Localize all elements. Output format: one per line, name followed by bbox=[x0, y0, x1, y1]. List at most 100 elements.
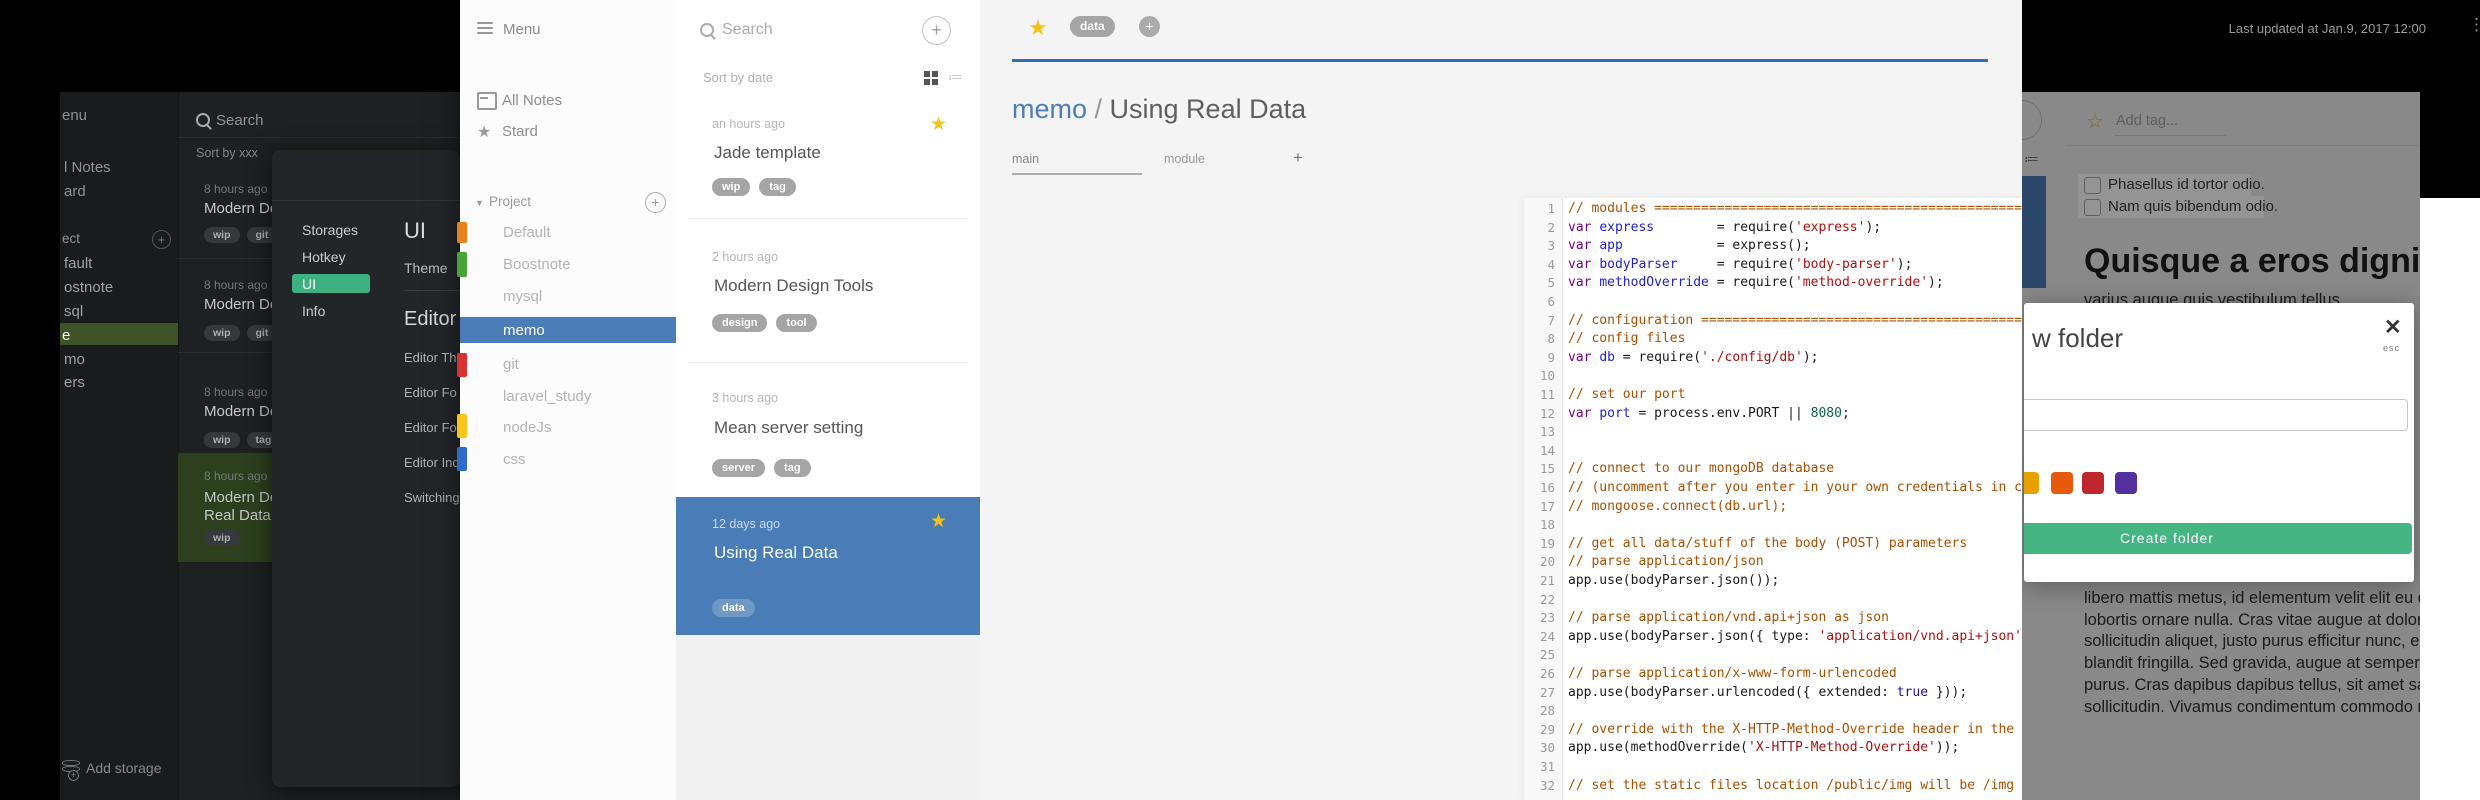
note-time: 12 days ago bbox=[712, 517, 781, 531]
sidebar-nav-item[interactable]: All Notes bbox=[502, 92, 562, 109]
code-token: 'application/vnd.api+json' bbox=[1818, 628, 2022, 644]
settings-nav-item[interactable]: Hotkey bbox=[302, 249, 346, 265]
dark-folder-item[interactable]: fault bbox=[64, 255, 92, 272]
settings-item[interactable]: Switching bbox=[404, 490, 460, 505]
dark-folder-item[interactable]: ostnote bbox=[64, 279, 113, 296]
sidebar-folder-item[interactable]: Boostnote bbox=[503, 256, 571, 273]
code-token: 'express' bbox=[1795, 219, 1866, 235]
sidebar-folder-item[interactable]: git bbox=[503, 356, 519, 373]
dark-sidebar-item[interactable]: l Notes bbox=[64, 159, 111, 176]
tag-badge: data bbox=[712, 599, 755, 617]
sidebar-folder-item[interactable]: memo bbox=[503, 322, 545, 339]
note-time: 8 hours ago bbox=[204, 469, 268, 483]
code-token: = require( bbox=[1708, 275, 1795, 291]
code-line: // config files bbox=[1568, 330, 1685, 349]
folder-name-input[interactable] bbox=[2024, 399, 2408, 431]
modal-title: w folder bbox=[2032, 323, 2124, 353]
active-tab-underline bbox=[1012, 173, 1142, 175]
line-number: 7 bbox=[1547, 312, 1555, 328]
note-divider bbox=[688, 218, 968, 219]
add-tag-icon[interactable]: + bbox=[1139, 16, 1160, 37]
menu-label[interactable]: enu bbox=[62, 107, 87, 124]
tab-main[interactable]: main bbox=[1012, 152, 1039, 166]
color-swatch[interactable] bbox=[2024, 472, 2039, 494]
dark-sort-select[interactable]: Sort by xxx bbox=[196, 146, 258, 160]
note-divider bbox=[688, 362, 968, 363]
dark-sidebar-item[interactable]: ard bbox=[64, 183, 86, 200]
dark-add-folder-icon[interactable]: + bbox=[152, 230, 171, 249]
line-number: 11 bbox=[1539, 387, 1555, 402]
sidebar-folder-item[interactable]: Default bbox=[503, 224, 551, 241]
line-number: 16 bbox=[1539, 480, 1555, 495]
add-storage-button[interactable]: Add storage bbox=[86, 760, 162, 776]
tab-module[interactable]: module bbox=[1164, 152, 1205, 166]
breadcrumb-folder[interactable]: memo bbox=[1012, 94, 1087, 124]
settings-item[interactable]: Editor Fo bbox=[404, 385, 457, 400]
sort-select[interactable]: Sort by date bbox=[703, 70, 773, 85]
note-tags: data bbox=[712, 598, 764, 617]
color-swatch[interactable] bbox=[2082, 472, 2104, 494]
dark-project-label[interactable]: ect bbox=[62, 231, 80, 246]
tag-badge: tag bbox=[759, 178, 796, 196]
left-black-strip bbox=[0, 0, 60, 800]
kebab-menu-icon[interactable]: ⋮ bbox=[2468, 15, 2480, 35]
folder-selected-row[interactable] bbox=[460, 317, 676, 343]
code-token: app.use(methodOverride( bbox=[1568, 740, 1749, 756]
note-time: 3 hours ago bbox=[712, 391, 779, 405]
star-toggle-icon[interactable]: ★ bbox=[1028, 15, 1048, 41]
new-note-button[interactable]: + bbox=[922, 16, 951, 45]
note-tags: wip tag bbox=[712, 177, 805, 196]
create-folder-button[interactable]: Create folder bbox=[2024, 523, 2412, 554]
sidebar-nav-item[interactable]: Stard bbox=[502, 123, 538, 140]
note-title[interactable]: Jade template bbox=[714, 143, 821, 163]
settings-nav-item[interactable]: UI bbox=[302, 276, 316, 292]
dark-folder-item[interactable]: ers bbox=[64, 374, 85, 391]
dark-folder-item[interactable]: mo bbox=[64, 351, 85, 368]
settings-item[interactable]: Editor Ind bbox=[404, 455, 460, 470]
line-number: 28 bbox=[1539, 703, 1555, 719]
color-swatch[interactable] bbox=[2115, 472, 2137, 494]
dark-folder-item[interactable]: e bbox=[62, 327, 70, 344]
project-section-label[interactable]: Project bbox=[489, 194, 531, 209]
code-token: './config/db' bbox=[1701, 349, 1803, 365]
code-line: app.use(bodyParser.json({ type: 'applica… bbox=[1568, 628, 2061, 647]
add-folder-icon[interactable]: + bbox=[645, 192, 666, 213]
settings-nav-item[interactable]: Info bbox=[302, 303, 325, 319]
search-input[interactable]: Search bbox=[722, 21, 773, 39]
code-line: app.use(bodyParser.urlencoded({ extended… bbox=[1568, 684, 1967, 703]
new-tab-button[interactable]: + bbox=[1293, 148, 1303, 168]
folder-selected-row[interactable] bbox=[60, 323, 178, 345]
note-time: an hours ago bbox=[712, 117, 785, 131]
settings-item[interactable]: Editor Fo bbox=[404, 420, 457, 435]
code-line: // get all data/stuff of the body (POST)… bbox=[1568, 535, 1967, 554]
dark-folder-item[interactable]: sql bbox=[64, 303, 83, 320]
menu-label[interactable]: Menu bbox=[503, 21, 541, 38]
note-title[interactable]: Modern Design Tools bbox=[714, 276, 873, 296]
code-token: app.use(bodyParser.json()); bbox=[1568, 573, 1780, 588]
code-token: })); bbox=[1928, 684, 1968, 700]
list-view-icon[interactable]: ≔ bbox=[948, 68, 964, 86]
settings-nav-item[interactable]: Storages bbox=[302, 222, 358, 238]
note-star-icon[interactable]: ★ bbox=[930, 113, 947, 136]
sidebar-folder-item[interactable]: mysql bbox=[503, 288, 542, 305]
hamburger-menu-icon[interactable] bbox=[477, 22, 493, 37]
note-star-icon[interactable]: ★ bbox=[930, 510, 947, 533]
folder-color-tab bbox=[457, 414, 467, 438]
line-number: 8 bbox=[1547, 331, 1555, 347]
dark-search-input[interactable]: Search bbox=[216, 112, 264, 129]
settings-item[interactable]: Editor Th bbox=[404, 350, 457, 365]
note-title[interactable]: Using Real Data bbox=[714, 543, 838, 563]
color-swatch[interactable] bbox=[2051, 472, 2073, 494]
sidebar-folder-item[interactable]: laravel_study bbox=[503, 388, 591, 405]
code-line: var bodyParser = require('body-parser'); bbox=[1568, 256, 1912, 275]
line-number: 17 bbox=[1539, 498, 1555, 514]
close-icon[interactable]: ✕ bbox=[2384, 315, 2402, 340]
note-title[interactable]: Mean server setting bbox=[714, 418, 863, 438]
dark-search-icon bbox=[196, 113, 210, 127]
sidebar-folder-item[interactable]: css bbox=[503, 451, 526, 468]
note-title[interactable]: Real Data bbox=[204, 507, 271, 524]
line-number-gutter: 1 2 3 4 5 6 7 8 9 10 11 12 13 14 15 16 17 18 19 20 21 22 23 24 2… bbox=[1524, 198, 1563, 800]
grid-view-icon[interactable] bbox=[924, 71, 938, 85]
sidebar-folder-item[interactable]: nodeJs bbox=[503, 419, 551, 436]
chevron-down-icon[interactable]: ▼ bbox=[475, 198, 484, 208]
